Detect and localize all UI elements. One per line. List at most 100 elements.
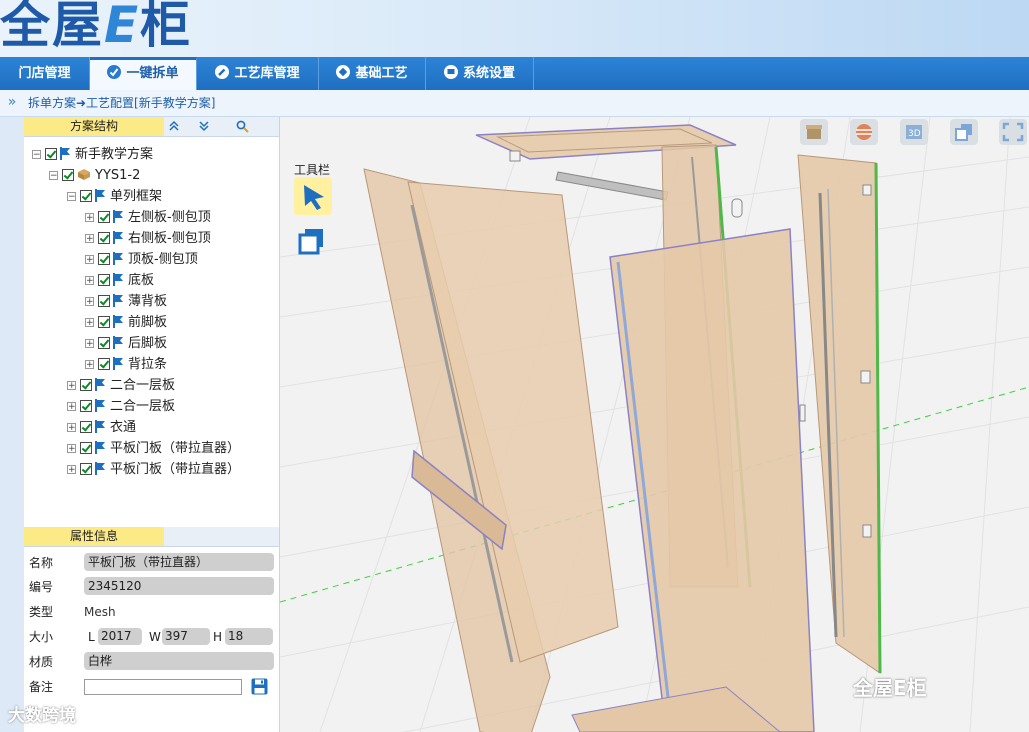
app-logo: 全屋E柜 [0, 0, 193, 54]
tab-basic-process[interactable]: 基础工艺 [319, 57, 426, 90]
3d-cube-icon: 3D [906, 125, 922, 139]
node-checkbox[interactable] [98, 295, 110, 307]
main-nav: 门店管理 一键拆单 工艺库管理 基础工艺 系统设置 [0, 57, 1029, 91]
box-icon [806, 125, 822, 139]
tree-node-frame-part[interactable]: + 背拉条 [85, 355, 167, 375]
node-checkbox[interactable] [80, 442, 92, 454]
tab-one-click-split[interactable]: 一键拆单 [90, 57, 197, 90]
collapse-up-icon[interactable] [168, 120, 180, 135]
node-checkbox[interactable] [80, 400, 92, 412]
node-checkbox[interactable] [80, 190, 92, 202]
prop-code-label: 编号 [29, 580, 54, 594]
expand-node-icon[interactable]: + [67, 402, 76, 412]
structure-panel-header: 方案结构 [24, 117, 279, 137]
node-checkbox[interactable] [98, 358, 110, 370]
material-view-button[interactable] [850, 119, 878, 145]
tree-node-label: 薄背板 [128, 294, 168, 309]
tree-node-label: 平板门板（带拉直器） [110, 441, 241, 456]
node-checkbox[interactable] [98, 274, 110, 286]
flag-icon [113, 210, 124, 230]
tree-node-label: 衣通 [110, 420, 137, 435]
expand-node-icon[interactable]: + [85, 213, 94, 223]
tree-node-label: 右侧板-侧包顶 [128, 231, 211, 246]
collapse-node-icon[interactable]: − [32, 150, 41, 160]
save-icon[interactable] [251, 678, 268, 701]
expand-sidebar-icon[interactable]: » [0, 90, 24, 116]
prop-material-value: 白桦 [84, 652, 274, 670]
fullscreen-button[interactable] [999, 119, 1027, 145]
tree-node-label: 新手教学方案 [75, 147, 154, 162]
node-checkbox[interactable] [98, 211, 110, 223]
tab-process-library[interactable]: 工艺库管理 [197, 57, 319, 90]
prop-note-label: 备注 [29, 680, 54, 694]
node-checkbox[interactable] [80, 463, 92, 475]
hanging-rod [555, 171, 669, 201]
tree-node-frame-part[interactable]: + 右侧板-侧包顶 [85, 229, 211, 249]
note-input[interactable] [84, 679, 242, 695]
flag-icon [113, 231, 124, 251]
tree-node-frame-part[interactable]: + 薄背板 [85, 292, 167, 312]
flag-icon [95, 420, 106, 440]
tree-node-frame-part[interactable]: + 后脚板 [85, 334, 167, 354]
expand-down-icon[interactable] [198, 120, 210, 135]
node-checkbox[interactable] [80, 421, 92, 433]
breadcrumb: 拆单方案➜工艺配置[新手教学方案] [28, 96, 216, 110]
node-checkbox[interactable] [80, 379, 92, 391]
expand-node-icon[interactable]: + [67, 423, 76, 433]
prop-material-label: 材质 [29, 655, 54, 669]
tab-store-management[interactable]: 门店管理 [0, 57, 90, 90]
expand-node-icon[interactable]: + [67, 465, 76, 475]
tree-node-cabinet[interactable]: − YYS1-2 [49, 166, 140, 186]
node-checkbox[interactable] [62, 169, 74, 181]
tree-node-item[interactable]: + 平板门板（带拉直器） [67, 439, 240, 459]
tab-system-settings[interactable]: 系统设置 [426, 57, 534, 90]
flag-icon [95, 441, 106, 461]
tree-node-item[interactable]: + 二合一层板 [67, 397, 175, 417]
tree-node-frame[interactable]: − 单列框架 [67, 187, 162, 207]
check-circle-icon [107, 65, 122, 79]
expand-node-icon[interactable]: + [67, 444, 76, 454]
expand-node-icon[interactable]: + [85, 297, 94, 307]
node-checkbox[interactable] [98, 337, 110, 349]
node-checkbox[interactable] [98, 232, 110, 244]
tree-node-root[interactable]: − 新手教学方案 [32, 145, 153, 165]
node-checkbox[interactable] [98, 316, 110, 328]
monitor-circle-icon [443, 65, 458, 79]
expand-node-icon[interactable]: + [67, 381, 76, 391]
box-view-button[interactable] [800, 119, 828, 145]
tree-node-label: 后脚板 [128, 336, 168, 351]
app-header: 全屋E柜 [0, 0, 1029, 57]
node-checkbox[interactable] [45, 148, 57, 160]
collapse-node-icon[interactable]: − [67, 192, 76, 202]
tree-node-item[interactable]: + 衣通 [67, 418, 136, 438]
flag-icon [95, 189, 106, 209]
collapse-node-icon[interactable]: − [49, 171, 58, 181]
tree-node-frame-part[interactable]: + 底板 [85, 271, 154, 291]
breadcrumb-bar: » 拆单方案➜工艺配置[新手教学方案] [0, 90, 1029, 117]
layer-view-button[interactable] [950, 119, 978, 145]
expand-node-icon[interactable]: + [85, 234, 94, 244]
tree-node-item[interactable]: + 平板门板（带拉直器） [67, 460, 240, 480]
prop-material-row: 材质 白桦 [24, 652, 279, 672]
3d-view-button[interactable]: 3D [900, 119, 928, 145]
width-value: 397 [162, 628, 210, 645]
select-tool-button[interactable] [294, 177, 332, 215]
search-icon[interactable] [236, 120, 249, 136]
expand-node-icon[interactable]: + [85, 318, 94, 328]
tree-node-frame-part[interactable]: + 左侧板-侧包顶 [85, 208, 211, 228]
tree-node-item[interactable]: + 二合一层板 [67, 376, 175, 396]
3d-viewport[interactable]: 工具栏 3D [280, 117, 1029, 732]
node-checkbox[interactable] [98, 253, 110, 265]
expand-node-icon[interactable]: + [85, 255, 94, 265]
expand-node-icon[interactable]: + [85, 276, 94, 286]
tree-node-label: 背拉条 [128, 357, 168, 372]
cabinet-exploded-view[interactable] [280, 117, 1029, 732]
tree-node-frame-part[interactable]: + 顶板-侧包顶 [85, 250, 198, 270]
collapsed-sidebar-strip[interactable] [0, 117, 25, 732]
tree-node-frame-part[interactable]: + 前脚板 [85, 313, 167, 333]
tag-circle-icon [336, 65, 351, 79]
expand-node-icon[interactable]: + [85, 339, 94, 349]
expand-node-icon[interactable]: + [85, 360, 94, 370]
flag-icon [60, 147, 71, 167]
frame-tool-button[interactable] [294, 221, 332, 259]
